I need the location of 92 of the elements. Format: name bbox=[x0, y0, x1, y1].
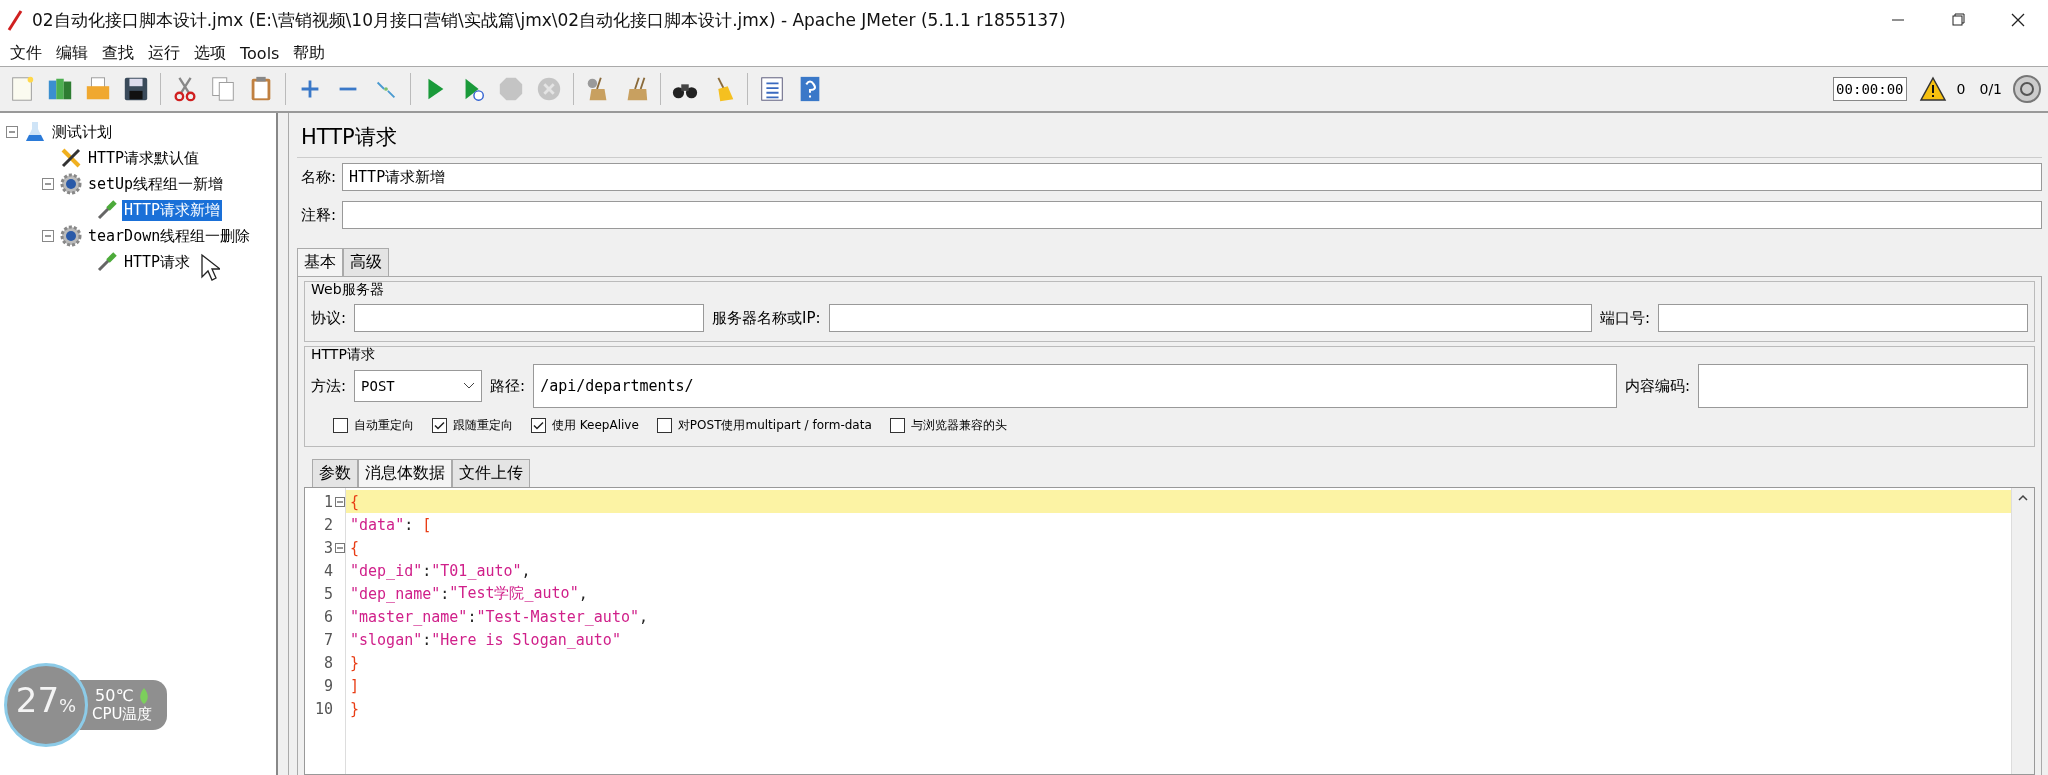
method-dropdown[interactable]: POST bbox=[354, 370, 483, 402]
code-line: "dep_name":"Test学院_auto", bbox=[349, 583, 589, 605]
line-number: 10 bbox=[314, 699, 333, 718]
checkbox-label: 对POST使用multipart / form-data bbox=[677, 416, 872, 434]
error-count: 0 bbox=[1956, 81, 1966, 97]
chevron-down-icon[interactable] bbox=[463, 382, 476, 390]
menu-item[interactable]: 编辑 bbox=[50, 42, 94, 64]
tab[interactable]: 消息体数据 bbox=[358, 459, 452, 487]
checkbox-label: 跟随重定向 bbox=[453, 416, 513, 434]
name-field[interactable]: HTTP请求新增 bbox=[342, 163, 2042, 191]
code-line: "master_name":"Test-Master_auto", bbox=[349, 606, 650, 628]
menu-item[interactable]: Tools bbox=[234, 43, 286, 63]
protocol-field[interactable] bbox=[354, 304, 705, 332]
thread-count: 0/1 bbox=[1979, 81, 2002, 97]
list-icon[interactable] bbox=[758, 75, 786, 103]
flask-icon bbox=[24, 121, 46, 143]
splitter-bar[interactable] bbox=[278, 113, 289, 775]
line-number: 3 bbox=[323, 538, 333, 557]
collapse-icon[interactable] bbox=[42, 178, 54, 190]
comment-label: 注释: bbox=[301, 205, 337, 225]
window-title: 02自动化接口脚本设计.jmx (E:\营销视频\10月接口营销\实战篇\jmx\02自动化接口脚本设计.jmx) - Apache JMeter (5.1.1 r1855137) bbox=[32, 8, 1067, 32]
group-title: Web服务器 bbox=[311, 281, 385, 299]
tools-icon bbox=[60, 147, 82, 169]
mouse-cursor-icon bbox=[200, 253, 220, 283]
encoding-field[interactable] bbox=[1698, 364, 2028, 408]
port-field[interactable] bbox=[1658, 304, 2028, 332]
code-line: "slogan":"Here is Slogan_auto" bbox=[349, 629, 622, 651]
checkbox[interactable] bbox=[531, 417, 546, 433]
tree-item[interactable]: HTTP请求默认值 bbox=[86, 147, 202, 169]
pipette-icon bbox=[96, 251, 118, 273]
server-field[interactable] bbox=[828, 304, 1592, 332]
line-number: 8 bbox=[323, 653, 333, 672]
warning-icon[interactable] bbox=[1918, 76, 1947, 102]
code-line: { bbox=[349, 537, 361, 559]
tree-item[interactable]: HTTP请求 bbox=[122, 251, 193, 273]
menu-item[interactable]: 运行 bbox=[142, 42, 186, 64]
comment-field[interactable] bbox=[342, 201, 2042, 229]
fold-icon[interactable] bbox=[335, 496, 345, 507]
tab[interactable]: 基本 bbox=[297, 248, 343, 276]
path-field[interactable]: /api/departments/ bbox=[533, 364, 1617, 408]
checkbox-label: 使用 KeepAlive bbox=[552, 416, 639, 434]
encoding-label: 内容编码: bbox=[1624, 376, 1690, 396]
pipette-icon bbox=[96, 199, 118, 221]
line-number: 7 bbox=[323, 630, 333, 649]
checkbox-label: 自动重定向 bbox=[354, 416, 414, 434]
tab[interactable]: 文件上传 bbox=[452, 459, 530, 487]
method-label: 方法: bbox=[311, 376, 347, 396]
code-line: } bbox=[349, 698, 361, 720]
server-label: 服务器名称或IP: bbox=[712, 308, 821, 328]
line-number: 9 bbox=[323, 676, 333, 695]
panel-title: HTTP请求 bbox=[297, 119, 2042, 158]
line-number: 5 bbox=[323, 584, 333, 603]
menu-item[interactable]: 选项 bbox=[188, 42, 232, 64]
menu-item[interactable]: 帮助 bbox=[287, 42, 332, 64]
tree-item[interactable]: 测试计划 bbox=[50, 121, 114, 143]
menu-item[interactable]: 文件 bbox=[4, 42, 48, 64]
tab[interactable]: 高级 bbox=[343, 248, 389, 276]
tab[interactable]: 参数 bbox=[312, 459, 358, 487]
elapsed-time: 00:00:00 bbox=[1833, 77, 1907, 101]
checkbox[interactable] bbox=[656, 417, 672, 433]
gear-icon bbox=[60, 173, 82, 195]
temperature-value: 50℃ bbox=[95, 686, 134, 705]
collapse-icon[interactable] bbox=[42, 230, 54, 242]
code-line: "dep_id":"T01_auto", bbox=[349, 560, 532, 582]
tree-item[interactable]: setUp线程组一新增 bbox=[86, 173, 226, 195]
protocol-label: 协议: bbox=[311, 308, 347, 328]
line-number: 2 bbox=[323, 515, 333, 534]
checkbox[interactable] bbox=[333, 417, 348, 433]
leaf-icon bbox=[139, 687, 150, 704]
code-line: "data": [ bbox=[349, 514, 433, 536]
collapse-icon[interactable] bbox=[6, 126, 18, 138]
line-number: 4 bbox=[323, 561, 333, 580]
menu-item[interactable]: 查找 bbox=[96, 42, 140, 64]
copy-icon[interactable] bbox=[209, 75, 237, 103]
tree-item[interactable]: tearDown线程组一删除 bbox=[86, 225, 253, 247]
group-title: HTTP请求 bbox=[311, 346, 376, 364]
temperature-label: CPU温度 bbox=[92, 705, 153, 724]
line-number: 1 bbox=[323, 492, 333, 511]
gear-icon bbox=[60, 225, 82, 247]
checkbox-label: 与浏览器兼容的头 bbox=[910, 416, 1007, 434]
path-label: 路径: bbox=[490, 376, 526, 396]
name-label: 名称: bbox=[301, 167, 337, 187]
checkbox[interactable] bbox=[432, 417, 447, 433]
code-line: } bbox=[349, 652, 361, 674]
code-line: ] bbox=[349, 675, 361, 697]
checkbox[interactable] bbox=[889, 417, 905, 433]
port-label: 端口号: bbox=[1599, 308, 1650, 328]
cpu-usage-gauge: 27% bbox=[4, 663, 88, 747]
scroll-up-icon[interactable] bbox=[2018, 494, 2028, 501]
fold-icon[interactable] bbox=[335, 542, 345, 553]
line-number: 6 bbox=[323, 607, 333, 626]
tree-item[interactable]: HTTP请求新增 bbox=[122, 199, 223, 221]
